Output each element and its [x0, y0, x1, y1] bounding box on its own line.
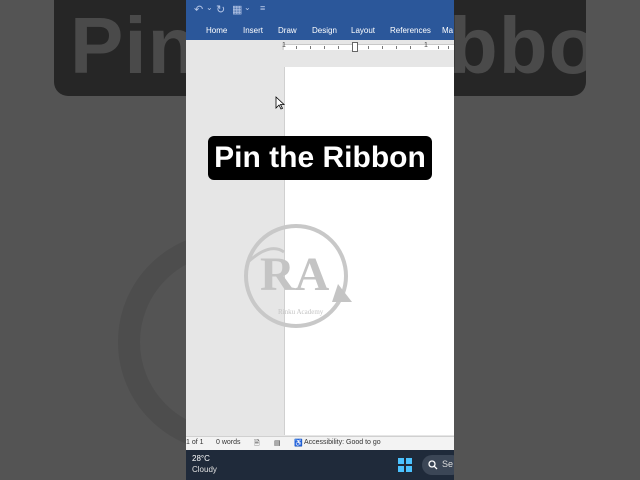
academy-watermark-logo: RA Rinku Academy: [244, 224, 352, 328]
table-dropdown-icon[interactable]: ⌄: [244, 3, 251, 12]
page-count[interactable]: 1 of 1: [186, 439, 204, 446]
ruler-tick: [368, 46, 369, 49]
ruler-number-right: 1: [424, 42, 428, 49]
tab-references[interactable]: References: [390, 26, 431, 35]
indent-marker[interactable]: [352, 42, 358, 52]
status-bar: 1 of 1 0 words 🗎 ▤ ♿ Accessibility: Good…: [186, 436, 454, 450]
weather-description[interactable]: Cloudy: [192, 465, 217, 474]
weather-temperature[interactable]: 28°C: [192, 454, 210, 463]
ruler-tick: [310, 46, 311, 49]
customize-qat-icon[interactable]: ≡: [260, 3, 265, 13]
word-count[interactable]: 0 words: [216, 439, 241, 446]
watermark-letters: RA: [260, 248, 330, 301]
watermark-subtitle: Rinku Academy: [278, 308, 324, 316]
macro-icon[interactable]: ▤: [274, 439, 281, 447]
quick-access-toolbar: ↶ ⌄ ↻ ▦ ⌄ ≡: [186, 0, 454, 22]
accessibility-status[interactable]: Accessibility: Good to go: [304, 439, 381, 446]
undo-icon[interactable]: ↶: [194, 3, 203, 16]
ruler-tick: [438, 46, 439, 49]
horizontal-ruler[interactable]: 1 1: [186, 40, 454, 54]
table-icon[interactable]: ▦: [232, 3, 242, 16]
ruler-tick: [296, 46, 297, 49]
tab-insert[interactable]: Insert: [243, 26, 263, 35]
ruler-number-left: 1: [282, 42, 286, 49]
proofing-icon[interactable]: 🗎: [254, 439, 260, 450]
mouse-cursor-icon: [275, 96, 285, 110]
tab-layout[interactable]: Layout: [351, 26, 375, 35]
windows-taskbar: 28°C Cloudy Se: [186, 450, 454, 480]
ribbon-tabs: Home Insert Draw Design Layout Reference…: [186, 22, 454, 40]
ruler-tick: [382, 46, 383, 49]
tab-design[interactable]: Design: [312, 26, 337, 35]
ruler-tick: [448, 46, 449, 49]
video-caption: Pin the Ribbon: [208, 136, 432, 180]
tab-home[interactable]: Home: [206, 26, 227, 35]
search-icon: [428, 460, 438, 470]
ruler-tick: [338, 46, 339, 49]
taskbar-search[interactable]: Se: [422, 455, 454, 475]
ruler-tick: [410, 46, 411, 49]
tab-draw[interactable]: Draw: [278, 26, 297, 35]
accessibility-icon[interactable]: ♿: [294, 439, 303, 447]
word-window: ↶ ⌄ ↻ ▦ ⌄ ≡ Home Insert Draw Design Layo…: [186, 0, 454, 480]
ruler-tick: [324, 46, 325, 49]
search-label: Se: [442, 459, 454, 469]
tab-mailings[interactable]: Ma: [442, 26, 453, 35]
redo-icon[interactable]: ↻: [216, 3, 225, 16]
ruler-tick: [396, 46, 397, 49]
undo-dropdown-icon[interactable]: ⌄: [206, 3, 213, 12]
windows-start-icon[interactable]: [398, 458, 412, 472]
